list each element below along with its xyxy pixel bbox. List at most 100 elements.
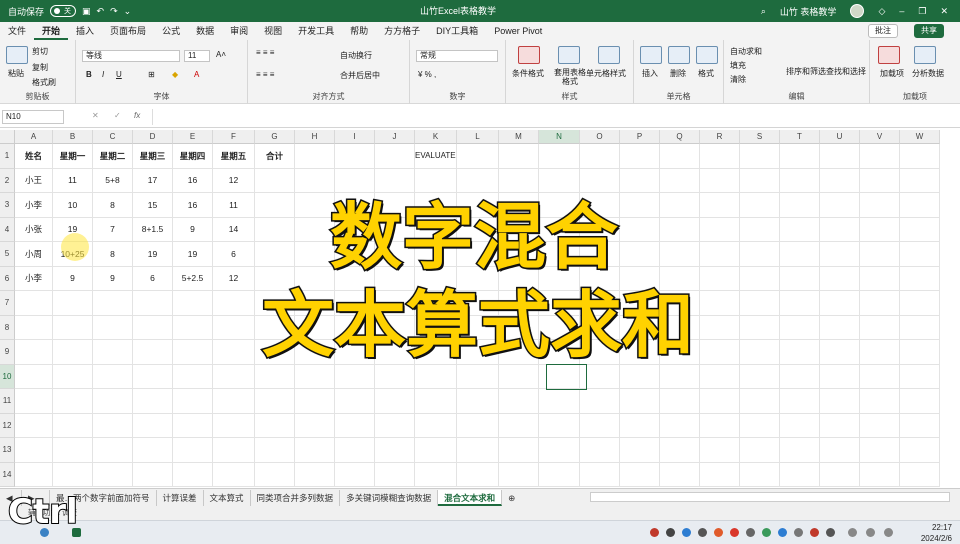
cut-button[interactable]: 剪切 <box>32 46 48 57</box>
cell-e5[interactable]: 19 <box>173 242 213 267</box>
redo-icon[interactable]: ↷ <box>110 6 118 17</box>
cell-m8[interactable] <box>499 315 539 340</box>
select-all-corner[interactable] <box>0 130 15 144</box>
cell-h12[interactable] <box>295 413 335 438</box>
cancel-icon[interactable]: ✕ <box>92 111 99 120</box>
cell-p4[interactable] <box>620 217 660 242</box>
cell-r12[interactable] <box>700 413 740 438</box>
cell-p9[interactable] <box>620 340 660 365</box>
cell-q4[interactable] <box>660 217 700 242</box>
cell-l6[interactable] <box>457 266 499 291</box>
cell-s7[interactable] <box>740 291 780 316</box>
cell-n8[interactable] <box>539 315 580 340</box>
cell-o2[interactable] <box>580 168 620 193</box>
cell-d7[interactable] <box>133 291 173 316</box>
tray-app-icon[interactable] <box>698 528 707 537</box>
cell-o5[interactable] <box>580 242 620 267</box>
cell-v6[interactable] <box>860 266 900 291</box>
active-cell-n10[interactable] <box>546 364 587 390</box>
column-header-l[interactable]: L <box>457 130 499 144</box>
add-sheet-icon[interactable]: ⊕ <box>502 490 521 506</box>
cell-c5[interactable]: 8 <box>93 242 133 267</box>
network-icon[interactable] <box>848 528 857 537</box>
cell-g12[interactable] <box>255 413 295 438</box>
align-left-icon[interactable]: ≡ ≡ ≡ <box>256 70 274 79</box>
font-name-select[interactable]: 等线 <box>82 50 180 62</box>
cell-l14[interactable] <box>457 462 499 487</box>
tab-developer[interactable]: 开发工具 <box>290 22 342 40</box>
addins-button[interactable]: 加载项 <box>880 68 904 79</box>
column-header-n[interactable]: N <box>539 130 580 144</box>
column-header-u[interactable]: U <box>820 130 860 144</box>
cell-m6[interactable] <box>499 266 539 291</box>
column-header-s[interactable]: S <box>740 130 780 144</box>
cell-n9[interactable] <box>539 340 580 365</box>
cell-w6[interactable] <box>900 266 940 291</box>
currency-icon[interactable]: ¥ % , <box>418 70 436 79</box>
cell-i1[interactable] <box>335 144 375 169</box>
cell-u12[interactable] <box>820 413 860 438</box>
cell-t3[interactable] <box>780 193 820 218</box>
align-top-icon[interactable]: ≡ ≡ ≡ <box>256 48 274 57</box>
cell-l2[interactable] <box>457 168 499 193</box>
cell-r7[interactable] <box>700 291 740 316</box>
cell-a1[interactable]: 姓名 <box>15 144 53 169</box>
sheet-tab[interactable]: 文本算式 <box>204 489 251 506</box>
cell-t1[interactable] <box>780 144 820 169</box>
cell-o3[interactable] <box>580 193 620 218</box>
row-header-10[interactable]: 10 <box>0 364 15 389</box>
cell-e11[interactable] <box>173 389 213 414</box>
wrap-text-button[interactable]: 自动换行 <box>340 50 372 61</box>
cell-o11[interactable] <box>580 389 620 414</box>
cell-e9[interactable] <box>173 340 213 365</box>
cell-q8[interactable] <box>660 315 700 340</box>
cell-u1[interactable] <box>820 144 860 169</box>
tray-app-icon[interactable] <box>682 528 691 537</box>
cell-r1[interactable] <box>700 144 740 169</box>
cell-i13[interactable] <box>335 438 375 463</box>
cell-e12[interactable] <box>173 413 213 438</box>
cell-f8[interactable] <box>213 315 255 340</box>
cell-j1[interactable] <box>375 144 415 169</box>
tab-file[interactable]: 文件 <box>0 22 34 40</box>
cell-t8[interactable] <box>780 315 820 340</box>
cell-f7[interactable] <box>213 291 255 316</box>
cell-a2[interactable]: 小王 <box>15 168 53 193</box>
sheet-tab[interactable]: 同类项合并多列数据 <box>251 489 341 506</box>
font-color-icon[interactable]: A <box>194 70 199 79</box>
cell-c7[interactable] <box>93 291 133 316</box>
column-header-w[interactable]: W <box>900 130 940 144</box>
cell-e1[interactable]: 星期四 <box>173 144 213 169</box>
cell-m5[interactable] <box>499 242 539 267</box>
cell-k7[interactable] <box>415 291 457 316</box>
cell-m14[interactable] <box>499 462 539 487</box>
cell-o1[interactable] <box>580 144 620 169</box>
cell-n14[interactable] <box>539 462 580 487</box>
column-header-t[interactable]: T <box>780 130 820 144</box>
cell-o9[interactable] <box>580 340 620 365</box>
tab-insert[interactable]: 插入 <box>68 22 102 40</box>
cell-g4[interactable] <box>255 217 295 242</box>
cell-n6[interactable] <box>539 266 580 291</box>
cell-k14[interactable] <box>415 462 457 487</box>
cell-k4[interactable] <box>415 217 457 242</box>
cell-n12[interactable] <box>539 413 580 438</box>
cell-j3[interactable] <box>375 193 415 218</box>
cell-p2[interactable] <box>620 168 660 193</box>
cell-n7[interactable] <box>539 291 580 316</box>
row-header-8[interactable]: 8 <box>0 315 15 340</box>
save-icon[interactable]: ▣ <box>82 6 91 17</box>
cell-j2[interactable] <box>375 168 415 193</box>
cell-a10[interactable] <box>15 364 53 389</box>
cell-t2[interactable] <box>780 168 820 193</box>
cell-d11[interactable] <box>133 389 173 414</box>
cell-s3[interactable] <box>740 193 780 218</box>
cell-b1[interactable]: 星期一 <box>53 144 93 169</box>
cell-d3[interactable]: 15 <box>133 193 173 218</box>
cell-styles-button[interactable]: 单元格样式 <box>586 68 626 79</box>
cell-o8[interactable] <box>580 315 620 340</box>
underline-icon[interactable]: U <box>116 70 122 79</box>
cell-g11[interactable] <box>255 389 295 414</box>
tray-app-icon[interactable] <box>650 528 659 537</box>
cell-s2[interactable] <box>740 168 780 193</box>
